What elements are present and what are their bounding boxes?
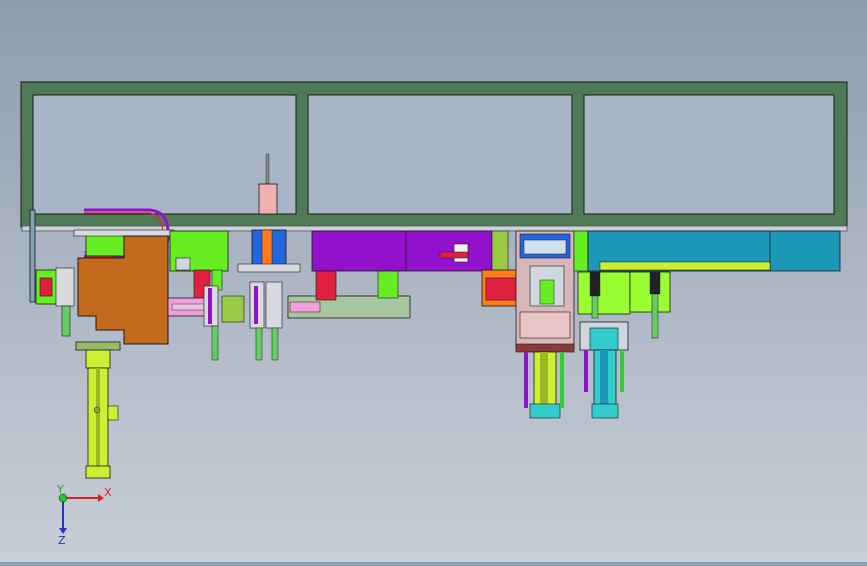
frame-panel-left [32,94,297,215]
triad-z-label: Z [58,534,66,547]
frame-panel-right [583,94,835,215]
frame-panel-middle [307,94,573,215]
cad-viewport[interactable]: X Y Z [0,0,867,562]
center-right-tower [515,230,575,419]
vertical-cylinder-right [579,321,629,419]
triad-x-label: X [104,486,112,499]
left-post [29,209,36,303]
assembly-drawing[interactable]: X Y Z [0,0,867,562]
axis-triad [58,493,104,534]
vertical-cylinder-left [85,349,119,479]
triad-y-label: Y [56,483,64,496]
top-frame[interactable] [20,81,848,228]
